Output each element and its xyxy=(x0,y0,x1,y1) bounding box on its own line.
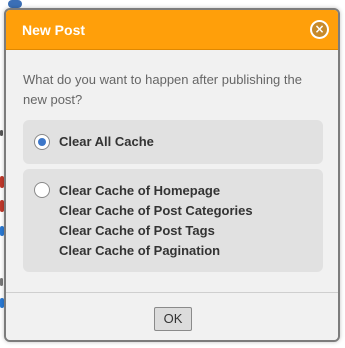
new-post-dialog: New Post × What do you want to happen af… xyxy=(4,8,340,342)
dialog-content: What do you want to happen after publish… xyxy=(6,50,338,300)
radio-clear-specific-cache[interactable] xyxy=(34,182,50,198)
option-line-homepage: Clear Cache of Homepage xyxy=(59,183,221,198)
close-icon[interactable]: × xyxy=(312,22,327,37)
background-fragment xyxy=(8,0,22,8)
option-line-post-categories: Clear Cache of Post Categories xyxy=(59,203,253,218)
option-line-pagination: Clear Cache of Pagination xyxy=(59,243,221,258)
option-clear-specific-cache[interactable]: Clear Cache of Homepage Clear Cache of P… xyxy=(23,169,323,272)
close-button[interactable]: × xyxy=(310,20,329,39)
dialog-titlebar: New Post × xyxy=(6,10,338,50)
question-text: What do you want to happen after publish… xyxy=(23,72,302,107)
option-clear-all-cache[interactable]: Clear All Cache xyxy=(23,120,323,164)
background-fragment xyxy=(0,130,3,136)
background-fragment xyxy=(0,278,3,286)
ok-button[interactable]: OK xyxy=(154,307,192,331)
dialog-title: New Post xyxy=(22,22,86,38)
dialog-footer: OK xyxy=(6,292,338,340)
option-line-post-tags: Clear Cache of Post Tags xyxy=(59,223,215,238)
radio-clear-all-cache[interactable] xyxy=(34,134,50,150)
option-label[interactable]: Clear All Cache xyxy=(59,132,154,152)
option-label[interactable]: Clear Cache of Homepage Clear Cache of P… xyxy=(59,181,253,261)
